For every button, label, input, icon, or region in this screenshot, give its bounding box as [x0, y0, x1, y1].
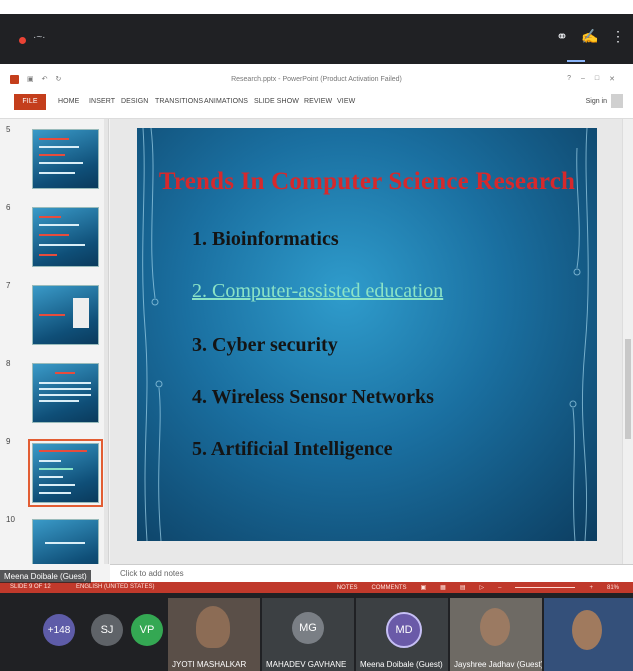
thumbnail-image-selected	[28, 439, 103, 507]
zoom-slider[interactable]	[515, 587, 576, 588]
participant-video	[572, 610, 602, 650]
participant-initials: MG	[292, 612, 324, 644]
help-icon[interactable]: ?	[567, 75, 571, 83]
slide-item-2-link[interactable]: 2. Computer-assisted education	[192, 280, 443, 303]
ppt-status-bar: SLIDE 9 OF 12 ENGLISH (UNITED STATES) NO…	[0, 582, 633, 593]
meet-top-bar: ·~· ⚭ ✍ ⋮	[0, 14, 633, 64]
thumbnail-number: 10	[6, 515, 15, 524]
tab-design[interactable]: DESIGN	[121, 98, 148, 105]
minimize-icon[interactable]: –	[581, 75, 585, 83]
slide-editing-area: Trends In Computer Science Research 1. B…	[110, 119, 633, 564]
reading-view-icon[interactable]: ▤	[460, 584, 466, 591]
notes-placeholder: Click to add notes	[120, 569, 184, 578]
participant-avatar-vp[interactable]: VP	[131, 614, 163, 646]
participant-name: JYOTI MASHALKAR	[172, 660, 247, 669]
people-icon[interactable]: ⚭	[553, 28, 571, 45]
more-options-icon[interactable]: ⋮	[609, 28, 627, 45]
slide-info: SLIDE 9 OF 12	[10, 584, 51, 590]
question-mark-image	[73, 298, 89, 328]
participant-name: Meena Doibale (Guest)	[360, 660, 443, 669]
file-title: Research.pptx - PowerPoint (Product Acti…	[231, 76, 402, 83]
top-icons: ⚭ ✍ ⋮	[553, 28, 627, 45]
zoom-level[interactable]: 81%	[607, 585, 619, 591]
more-participants-count[interactable]: +148	[43, 614, 75, 646]
thumbnail-number: 6	[6, 203, 11, 212]
powerpoint-window: ▣ ↶ ↻ Research.pptx - PowerPoint (Produc…	[0, 72, 633, 593]
thumbnail-image	[32, 285, 99, 345]
zoom-out-icon[interactable]: –	[498, 585, 501, 591]
thumbnail-number: 7	[6, 281, 11, 290]
notes-pane[interactable]: Click to add notes	[110, 564, 633, 583]
status-right: NOTES COMMENTS ▣ ▦ ▤ ▷ – + 81%	[337, 584, 619, 592]
tab-file[interactable]: FILE	[14, 94, 46, 110]
notes-button[interactable]: NOTES	[337, 585, 358, 591]
thumbnails-scrollbar[interactable]	[104, 119, 108, 564]
slide-scrollbar[interactable]	[622, 119, 633, 564]
close-icon[interactable]: ✕	[609, 75, 615, 83]
tab-review[interactable]: REVIEW	[304, 98, 332, 105]
thumbnail-number: 9	[6, 437, 11, 446]
comments-button[interactable]: COMMENTS	[371, 585, 406, 591]
slide-sorter-icon[interactable]: ▦	[440, 584, 446, 591]
participant-name: MAHADEV GAVHANE	[266, 660, 347, 669]
slide-thumbnails-pane: 5 6 7 8 9 10	[0, 119, 109, 564]
people-active-indicator	[567, 60, 585, 62]
slide-item-1: 1. Bioinformatics	[192, 228, 339, 250]
presenter-name-label: Meena Doibale (Guest)	[0, 570, 91, 583]
maximize-icon[interactable]: □	[595, 75, 599, 83]
zoom-in-icon[interactable]: +	[589, 585, 593, 591]
tab-animations[interactable]: ANIMATIONS	[204, 98, 248, 105]
participant-tile[interactable]: JYOTI MASHALKAR	[168, 598, 260, 671]
thumbnail-image	[32, 207, 99, 267]
participant-tile[interactable]	[544, 598, 633, 671]
tab-view[interactable]: VIEW	[337, 98, 355, 105]
tab-home[interactable]: HOME	[58, 98, 79, 105]
participant-tile[interactable]: MG MAHADEV GAVHANE	[262, 598, 354, 671]
tab-transitions[interactable]: TRANSITIONS	[155, 98, 203, 105]
tab-slide-show[interactable]: SLIDE SHOW	[254, 98, 299, 105]
slide-title: Trends In Computer Science Research	[158, 168, 576, 195]
activities-icon[interactable]: ✍	[581, 28, 599, 45]
participant-tile[interactable]: MD Meena Doibale (Guest)	[356, 598, 448, 671]
slide-item-3: 3. Cyber security	[192, 334, 338, 356]
recording-icon	[19, 37, 26, 44]
sign-in-link[interactable]: Sign in	[586, 98, 607, 105]
ribbon-tabs: FILE HOME INSERT DESIGN TRANSITIONS ANIM…	[0, 88, 633, 119]
ppt-title-bar: ▣ ↶ ↻ Research.pptx - PowerPoint (Produc…	[0, 72, 633, 88]
participant-video	[196, 606, 230, 648]
tab-insert[interactable]: INSERT	[89, 98, 115, 105]
participant-initials: MD	[386, 612, 422, 648]
normal-view-icon[interactable]: ▣	[420, 584, 426, 591]
participant-strip: +148 SJ VP JYOTI MASHALKAR MG MAHADEV GA…	[0, 593, 633, 671]
participant-video	[480, 608, 510, 646]
thumbnail-number: 5	[6, 125, 11, 134]
thumbnail-image	[32, 519, 99, 564]
recording-text: ·~·	[33, 32, 46, 43]
thumbnail-image	[32, 129, 99, 189]
participant-avatar-sj[interactable]: SJ	[91, 614, 123, 646]
participant-tile[interactable]: Jayshree Jadhav (Guest)	[450, 598, 542, 671]
slide-item-4: 4. Wireless Sensor Networks	[192, 386, 434, 408]
current-slide[interactable]: Trends In Computer Science Research 1. B…	[137, 128, 597, 541]
thumbnail-image	[32, 363, 99, 423]
slide-scrollbar-thumb[interactable]	[625, 339, 631, 439]
slideshow-icon[interactable]: ▷	[480, 584, 485, 591]
account-avatar[interactable]	[611, 94, 623, 108]
thumbnail-number: 8	[6, 359, 11, 368]
window-controls: ? – □ ✕	[567, 75, 615, 83]
slide-item-5: 5. Artificial Intelligence	[192, 438, 393, 460]
language-indicator[interactable]: ENGLISH (UNITED STATES)	[76, 584, 154, 590]
participant-name: Jayshree Jadhav (Guest)	[454, 660, 542, 669]
